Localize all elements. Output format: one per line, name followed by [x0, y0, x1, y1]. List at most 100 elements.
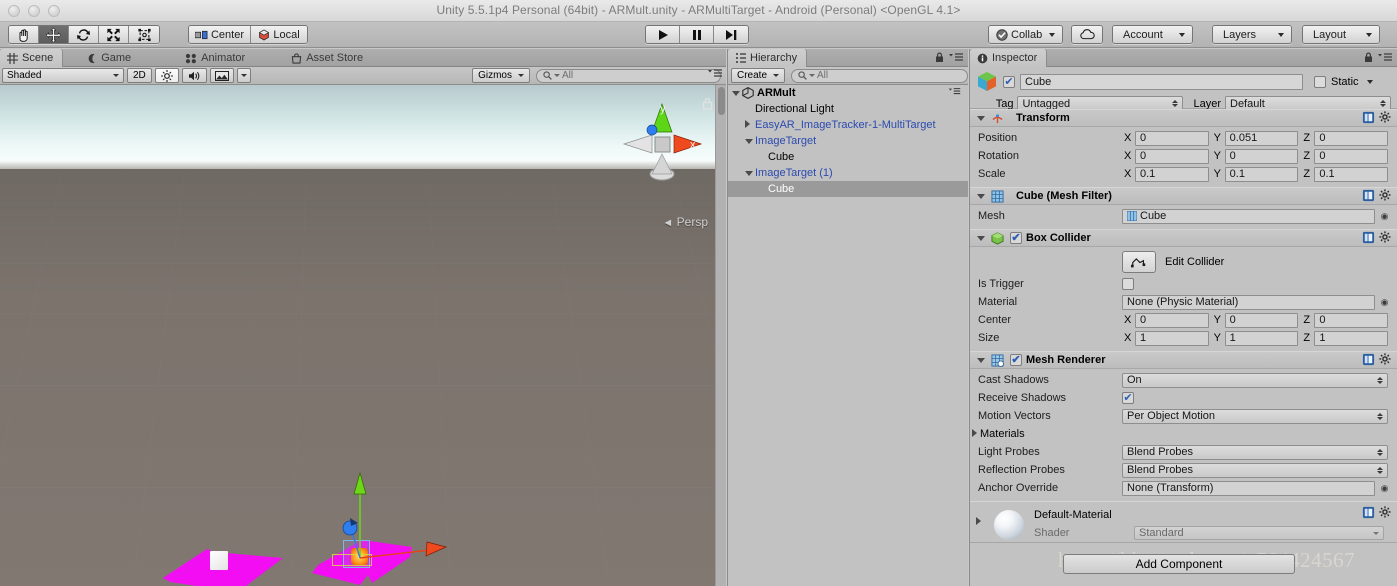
- gear-icon[interactable]: [1379, 231, 1392, 244]
- help-icon[interactable]: [1362, 189, 1375, 202]
- hierarchy-tree[interactable]: ARMult Directional Light EasyAR_ImageTrack…: [728, 85, 968, 586]
- tab-asset-store[interactable]: Asset Store: [284, 49, 372, 67]
- tab-scene[interactable]: Scene: [0, 49, 64, 67]
- scene-panel-menu[interactable]: [707, 68, 723, 79]
- expander-collapse-icon[interactable]: [732, 87, 742, 99]
- hierarchy-item[interactable]: ARMult: [728, 85, 968, 101]
- axis-x-input[interactable]: 1: [1135, 330, 1209, 346]
- component-foldout-icon[interactable]: [977, 357, 985, 363]
- scene-lock-icon[interactable]: [702, 97, 713, 110]
- hierarchy-search-input[interactable]: All: [791, 68, 968, 83]
- property-dropdown[interactable]: Blend Probes: [1122, 462, 1388, 478]
- property-checkbox[interactable]: [1122, 392, 1134, 404]
- axis-x-input[interactable]: 0: [1135, 130, 1209, 146]
- scene-effects-button[interactable]: [209, 68, 234, 83]
- transform-tools-group[interactable]: [8, 25, 160, 44]
- component-header-icons[interactable]: [1362, 111, 1392, 124]
- scene-viewport[interactable]: x y ◄ Persp: [0, 85, 726, 586]
- component-header[interactable]: Box Collider: [970, 229, 1397, 247]
- pivot-local-button[interactable]: Local: [251, 26, 307, 43]
- hierarchy-item[interactable]: ImageTarget: [728, 133, 968, 149]
- collab-button[interactable]: Collab: [989, 26, 1063, 43]
- account-button[interactable]: Account: [1113, 26, 1192, 43]
- pivot-center-button[interactable]: Center: [189, 26, 251, 43]
- help-icon[interactable]: [1362, 353, 1375, 366]
- axis-z-input[interactable]: 0: [1314, 148, 1389, 164]
- property-dropdown[interactable]: On: [1122, 372, 1388, 388]
- axis-z-input[interactable]: 0: [1314, 312, 1389, 328]
- material-header-icons[interactable]: [1362, 506, 1392, 519]
- layers-group[interactable]: Layers: [1212, 25, 1293, 44]
- static-chevron-down-icon[interactable]: [1366, 80, 1373, 84]
- component-header-icons[interactable]: [1362, 353, 1392, 366]
- scene-audio-button[interactable]: [181, 68, 207, 83]
- component-enabled-checkbox[interactable]: [1010, 354, 1022, 366]
- expander-collapse-icon[interactable]: [745, 135, 755, 147]
- object-picker-icon[interactable]: ◉: [1378, 211, 1391, 222]
- scene-effects-dropdown[interactable]: [236, 68, 251, 83]
- move-gizmo[interactable]: [330, 470, 450, 575]
- property-checkbox[interactable]: [1122, 278, 1134, 290]
- rect-tool-button[interactable]: [129, 26, 159, 43]
- cloud-group[interactable]: [1071, 25, 1103, 44]
- layers-button[interactable]: Layers: [1213, 26, 1292, 43]
- object-field[interactable]: None (Physic Material): [1122, 294, 1375, 310]
- expander-collapse-icon[interactable]: [745, 167, 755, 179]
- account-group[interactable]: Account: [1112, 25, 1193, 44]
- axis-x-input[interactable]: 0.1: [1135, 166, 1209, 182]
- help-icon[interactable]: [1362, 231, 1375, 244]
- inspector-panel-menu[interactable]: [1364, 52, 1393, 63]
- gear-icon[interactable]: [1379, 189, 1392, 202]
- axis-x-input[interactable]: 0: [1135, 148, 1209, 164]
- object-picker-icon[interactable]: ◉: [1378, 483, 1391, 494]
- scene-search-input[interactable]: All: [536, 68, 721, 83]
- tab-hierarchy[interactable]: Hierarchy: [728, 49, 808, 67]
- hierarchy-panel-menu[interactable]: [935, 52, 964, 63]
- object-field[interactable]: Cube: [1122, 208, 1375, 224]
- component-enabled-checkbox[interactable]: [1010, 232, 1022, 244]
- rotate-tool-button[interactable]: [69, 26, 99, 43]
- tab-game[interactable]: Game: [79, 49, 140, 67]
- collab-group[interactable]: Collab: [988, 25, 1064, 44]
- step-button[interactable]: [714, 26, 748, 43]
- gear-icon[interactable]: [1379, 111, 1392, 124]
- axis-z-input[interactable]: 0: [1314, 130, 1389, 146]
- object-picker-icon[interactable]: ◉: [1378, 297, 1391, 308]
- scene-orientation-gizmo[interactable]: x y: [622, 102, 704, 182]
- gizmos-dropdown[interactable]: Gizmos: [472, 68, 530, 83]
- vector3-field[interactable]: X1Y1Z1: [1122, 330, 1391, 346]
- object-name-input[interactable]: Cube: [1020, 74, 1303, 90]
- shader-dropdown[interactable]: Standard: [1134, 526, 1384, 540]
- gameobject-enabled-checkbox[interactable]: [1003, 76, 1015, 88]
- help-icon[interactable]: [1362, 111, 1375, 124]
- axis-y-input[interactable]: 0: [1224, 148, 1299, 164]
- scale-tool-button[interactable]: [99, 26, 129, 43]
- material-foldout[interactable]: [976, 517, 981, 525]
- hierarchy-item[interactable]: Cube: [728, 181, 968, 197]
- component-foldout-icon[interactable]: [977, 235, 985, 241]
- component-header-icons[interactable]: [1362, 189, 1392, 202]
- object-field[interactable]: None (Transform): [1122, 480, 1375, 496]
- scene-scrollbar[interactable]: [715, 85, 726, 586]
- hierarchy-item[interactable]: Directional Light: [728, 101, 968, 117]
- pause-button[interactable]: [680, 26, 714, 43]
- add-component-button[interactable]: Add Component: [1063, 554, 1295, 574]
- vector3-field[interactable]: X0Y0Z0: [1122, 148, 1391, 164]
- static-checkbox[interactable]: [1314, 76, 1326, 88]
- materials-foldout-icon[interactable]: [972, 428, 980, 440]
- layout-button[interactable]: Layout: [1303, 26, 1380, 43]
- play-button[interactable]: [646, 26, 680, 43]
- tab-inspector[interactable]: Inspector: [970, 49, 1048, 67]
- scene-lighting-button[interactable]: [154, 68, 179, 83]
- move-tool-button[interactable]: [39, 26, 69, 43]
- component-foldout-icon[interactable]: [977, 193, 985, 199]
- axis-y-input[interactable]: 0.1: [1224, 166, 1299, 182]
- axis-z-input[interactable]: 0.1: [1314, 166, 1389, 182]
- axis-y-input[interactable]: 1: [1224, 330, 1299, 346]
- property-dropdown[interactable]: Per Object Motion: [1122, 408, 1388, 424]
- component-foldout-icon[interactable]: [977, 115, 985, 121]
- axis-z-input[interactable]: 1: [1314, 330, 1389, 346]
- vector3-field[interactable]: X0Y0Z0: [1122, 312, 1391, 328]
- axis-y-input[interactable]: 0: [1224, 312, 1299, 328]
- pivot-rotation-group[interactable]: Center Local: [188, 25, 308, 44]
